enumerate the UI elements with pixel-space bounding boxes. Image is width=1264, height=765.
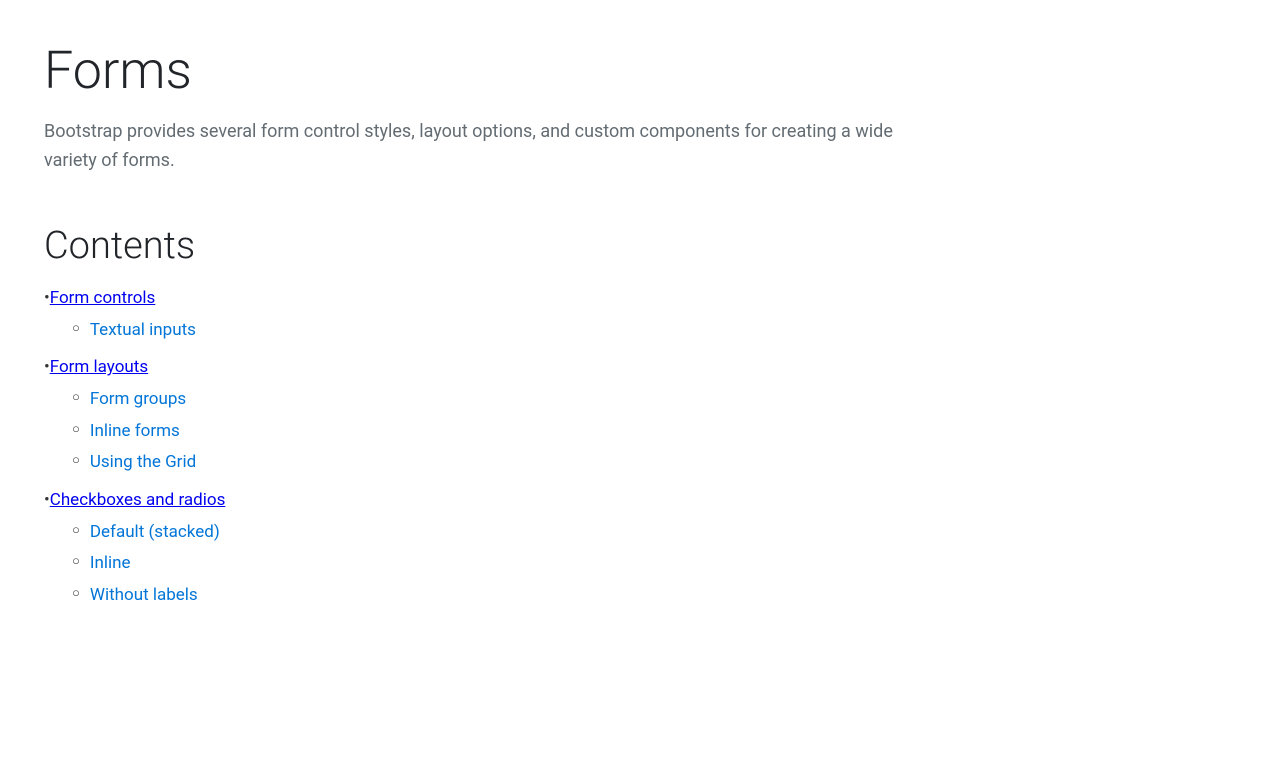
sub-bullet-default-stacked: ○: [72, 520, 80, 542]
sub-bullet-without-labels: ○: [72, 583, 80, 605]
contents-item-form-controls: • Form controls ○ Textual inputs: [44, 288, 1220, 350]
link-inline[interactable]: Inline: [90, 551, 131, 577]
contents-item-form-layouts: • Form layouts ○ Form groups ○ Inline fo…: [44, 357, 1220, 482]
contents-subitem-inline: ○ Inline: [72, 551, 220, 577]
link-using-the-grid[interactable]: Using the Grid: [90, 450, 196, 476]
page-description: Bootstrap provides several form control …: [44, 118, 944, 176]
contents-subitem-textual-inputs: ○ Textual inputs: [72, 318, 196, 344]
contents-list: • Form controls ○ Textual inputs • Form …: [44, 288, 1220, 615]
link-checkboxes-and-radios[interactable]: Checkboxes and radios: [50, 490, 226, 510]
link-textual-inputs[interactable]: Textual inputs: [90, 318, 196, 344]
link-form-controls[interactable]: Form controls: [50, 288, 156, 308]
link-without-labels[interactable]: Without labels: [90, 583, 198, 609]
contents-subitem-inline-forms: ○ Inline forms: [72, 419, 196, 445]
link-inline-forms[interactable]: Inline forms: [90, 419, 180, 445]
sub-bullet-form-groups: ○: [72, 387, 80, 409]
contents-subitem-default-stacked: ○ Default (stacked): [72, 520, 220, 546]
contents-heading: Contents: [44, 224, 1220, 268]
sub-bullet-using-the-grid: ○: [72, 450, 80, 472]
page-title: Forms: [44, 40, 1220, 102]
contents-subitem-using-the-grid: ○ Using the Grid: [72, 450, 196, 476]
contents-subitem-without-labels: ○ Without labels: [72, 583, 220, 609]
sub-bullet-inline-forms: ○: [72, 419, 80, 441]
sub-bullet-textual-inputs: ○: [72, 318, 80, 340]
contents-item-checkboxes-and-radios: • Checkboxes and radios ○ Default (stack…: [44, 490, 1220, 615]
sub-bullet-inline: ○: [72, 551, 80, 573]
contents-subitem-form-groups: ○ Form groups: [72, 387, 196, 413]
link-form-layouts[interactable]: Form layouts: [50, 357, 148, 377]
link-default-stacked[interactable]: Default (stacked): [90, 520, 220, 546]
link-form-groups[interactable]: Form groups: [90, 387, 186, 413]
